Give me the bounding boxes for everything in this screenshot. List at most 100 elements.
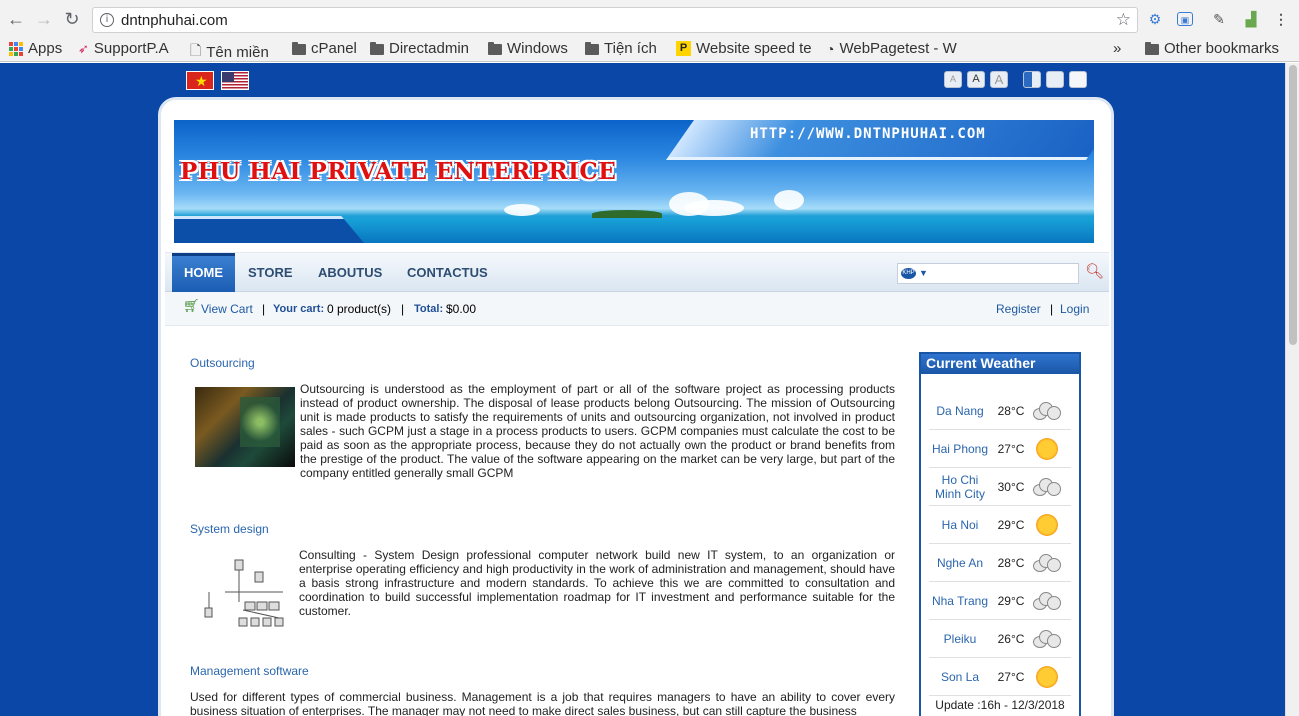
apps-grid-icon — [9, 41, 23, 56]
screen-extension-icon[interactable]: ▣ — [1177, 12, 1193, 26]
bookmark-label: SupportP.A — [93, 40, 169, 57]
your-cart-value: 0 product(s) — [327, 302, 392, 316]
bookmark-webpagetest[interactable]: ◔ WebPagetest - W — [826, 40, 964, 57]
bookmark-apps[interactable]: Apps — [9, 40, 62, 57]
other-bookmarks[interactable]: Other bookmarks — [1145, 40, 1279, 57]
bookmark-label: Directadmin — [389, 40, 470, 57]
bookmark-website-speed[interactable]: P Website speed te — [676, 40, 816, 57]
weather-row: Da Nang 28°C — [929, 392, 1071, 430]
weather-temp: 27°C — [997, 669, 1025, 684]
sunny-icon — [1031, 512, 1063, 538]
weather-city[interactable]: Ha Noi — [929, 518, 991, 532]
bookmark-label: Website speed te — [696, 40, 812, 57]
section-title-system-design[interactable]: System design — [190, 522, 269, 536]
system-design-image — [195, 552, 295, 632]
browser-toolbar: ← → ↻ i dntnphuhai.com ☆ ⚙ ▣ ✎ ▟ ⋮ — [0, 0, 1299, 38]
url-text[interactable]: dntnphuhai.com — [121, 12, 228, 29]
us-flag-icon[interactable] — [221, 71, 249, 90]
address-bar[interactable]: i dntnphuhai.com ☆ — [92, 7, 1138, 33]
bookmark-star-icon[interactable]: ☆ — [1116, 10, 1131, 30]
supportpa-icon: ➶ — [78, 40, 89, 56]
weather-city[interactable]: Da Nang — [929, 404, 991, 418]
chevron-down-icon[interactable]: ▼ — [919, 268, 928, 278]
bookmark-label: WebPagetest - W — [839, 40, 957, 57]
bookmark-supportpa[interactable]: ➶ SupportP.A — [78, 40, 169, 57]
scrollbar-thumb[interactable] — [1289, 65, 1297, 345]
search-engine-logo[interactable]: KHP — [901, 268, 916, 279]
vietnam-flag-icon[interactable]: ★ — [186, 71, 214, 90]
weather-temp: 29°C — [997, 593, 1025, 608]
bookmark-directadmin[interactable]: Directadmin — [370, 40, 469, 57]
bookmark-tien-ich[interactable]: Tiện ích — [585, 40, 657, 57]
page-scrollbar[interactable] — [1285, 63, 1299, 716]
weather-temp: 28°C — [997, 555, 1025, 570]
search-icon[interactable]: 🔍︎ — [1085, 262, 1105, 282]
eyedropper-extension-icon[interactable]: ✎ — [1210, 10, 1228, 28]
separator: | — [1050, 302, 1054, 316]
bookmark-ten-mien[interactable]: 🗋 Tên miền — [190, 40, 269, 64]
login-link[interactable]: Login — [1060, 302, 1089, 316]
weather-city[interactable]: Hai Phong — [929, 442, 991, 456]
total-value: $0.00 — [446, 302, 477, 316]
weather-update: Update :16h - 12/3/2018 — [935, 698, 1065, 712]
section-title-management-software[interactable]: Management software — [190, 664, 309, 678]
cart-icon[interactable]: 🛒︎ — [183, 299, 200, 312]
pingdom-icon: P — [676, 41, 691, 56]
cloudy-icon — [1031, 550, 1063, 576]
menu-contactus[interactable]: CONTACTUS — [395, 253, 500, 293]
separator: | — [262, 302, 266, 316]
sunny-icon — [1031, 436, 1063, 462]
weather-row: Ha Noi 29°C — [929, 506, 1071, 544]
bookmark-label: Other bookmarks — [1164, 40, 1280, 57]
gauge-icon: ◔ — [826, 40, 835, 57]
theme-white-swatch[interactable] — [1069, 71, 1087, 88]
total-label: Total: — [414, 303, 444, 315]
weather-row: Ho Chi Minh City 30°C — [929, 468, 1071, 506]
font-large-button[interactable]: A — [990, 71, 1008, 88]
forward-icon[interactable]: → — [34, 9, 54, 29]
weather-city[interactable]: Nha Trang — [929, 594, 991, 608]
back-icon[interactable]: ← — [6, 9, 26, 29]
bookmark-label: Tên miền — [206, 43, 269, 61]
banner-url: HTTP://WWW.DNTNPHUHAI.COM — [750, 126, 986, 142]
cart-bar: 🛒︎ View Cart | Your cart: 0 product(s) |… — [165, 292, 1109, 326]
bookmark-label: Tiện ích — [604, 40, 657, 57]
weather-city[interactable]: Son La — [929, 670, 991, 684]
bookmark-label: cPanel — [311, 40, 357, 57]
font-medium-button[interactable]: A — [967, 71, 985, 88]
weather-row: Nghe An 28°C — [929, 544, 1071, 582]
weather-city[interactable]: Ho Chi Minh City — [929, 473, 991, 501]
cloudy-icon — [1031, 398, 1063, 424]
weather-city[interactable]: Pleiku — [929, 632, 991, 646]
folder-icon — [488, 42, 502, 55]
search-input[interactable]: KHP ▼ — [897, 263, 1079, 284]
register-link[interactable]: Register — [996, 302, 1041, 316]
weather-city[interactable]: Nghe An — [929, 556, 991, 570]
bookmark-label: Windows — [507, 40, 568, 57]
bookmarks-bar: Apps ➶ SupportP.A 🗋 Tên miền cPanel Dire… — [0, 38, 1299, 62]
menu-aboutus[interactable]: ABOUTUS — [306, 253, 394, 293]
folder-icon — [585, 42, 599, 55]
section-title-outsourcing[interactable]: Outsourcing — [190, 356, 255, 370]
font-small-button[interactable]: A — [944, 71, 962, 88]
menu-home[interactable]: HOME — [172, 253, 235, 293]
section-text-system-design: Consulting - System Design professional … — [299, 548, 895, 618]
menu-store[interactable]: STORE — [236, 253, 305, 293]
weather-row: Nha Trang 29°C — [929, 582, 1071, 620]
bookmark-cpanel[interactable]: cPanel — [292, 40, 357, 57]
stats-extension-icon[interactable]: ▟ — [1242, 10, 1260, 28]
bookmarks-overflow[interactable]: » — [1113, 40, 1121, 57]
reload-icon[interactable]: ↻ — [62, 9, 82, 29]
view-cart-link[interactable]: View Cart — [201, 302, 253, 316]
weather-row: Pleiku 26°C — [929, 620, 1071, 658]
menu-kebab-icon[interactable]: ⋮ — [1272, 10, 1290, 28]
page-viewport: ★ A A A HTTP://WWW.DNTNPHUHAI.COM PHU HA… — [0, 63, 1285, 716]
theme-blue-swatch[interactable] — [1023, 71, 1041, 88]
weather-temp: 26°C — [997, 631, 1025, 646]
theme-light-swatch[interactable] — [1046, 71, 1064, 88]
folder-icon — [370, 42, 384, 55]
translate-extension-icon[interactable]: ⚙ — [1146, 10, 1164, 28]
bookmark-windows[interactable]: Windows — [488, 40, 568, 57]
info-icon[interactable]: i — [100, 13, 114, 27]
banner-title: PHU HAI PRIVATE ENTERPRICE — [180, 158, 617, 185]
